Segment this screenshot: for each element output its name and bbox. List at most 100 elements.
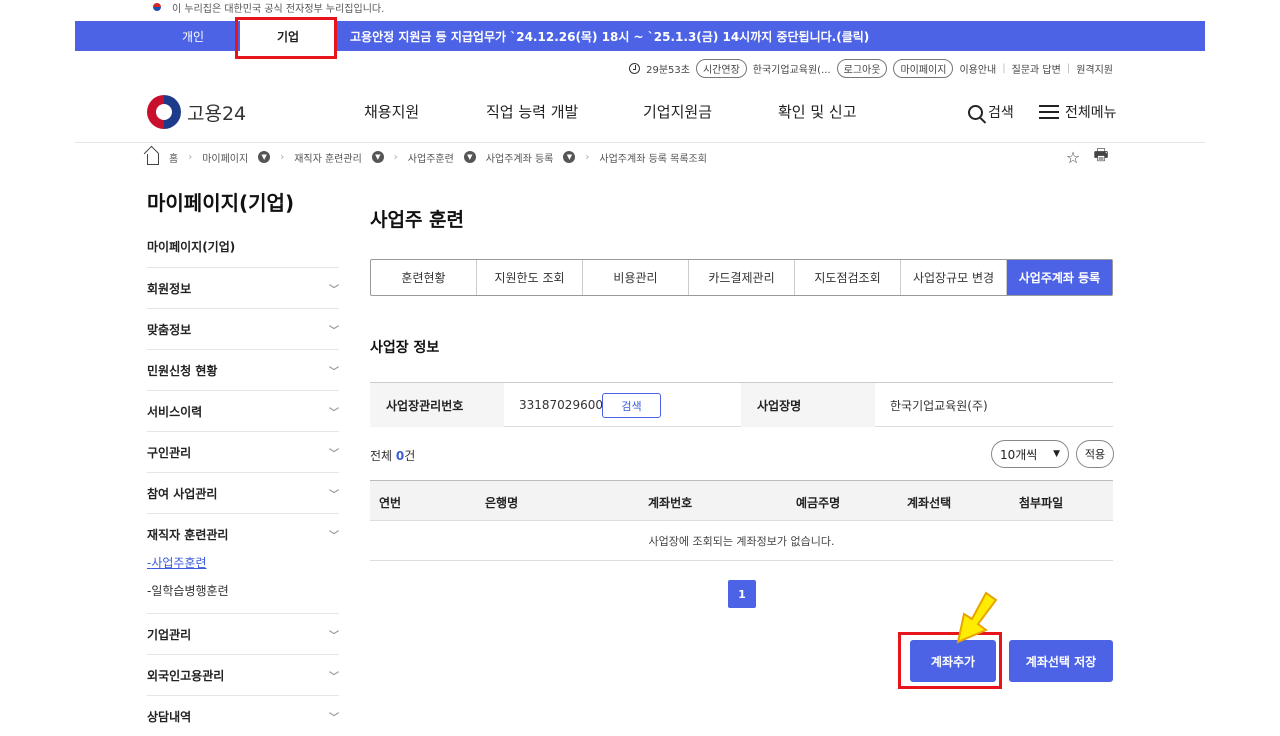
- business-name-label: 사업장명: [741, 383, 875, 427]
- tab-cost-mgmt[interactable]: 비용관리: [583, 260, 689, 295]
- total-count-number: 0: [395, 449, 405, 463]
- col-seq: 연번: [379, 496, 402, 510]
- mypage-button[interactable]: 마이페이지: [893, 58, 954, 78]
- sidebar-item-label: 상담내역: [147, 709, 192, 724]
- qna-link[interactable]: 질문과 답변: [1012, 61, 1061, 76]
- mgmt-no-label: 사업장관리번호: [370, 383, 504, 427]
- tab-inspection[interactable]: 지도점검조회: [795, 260, 901, 295]
- breadcrumb-employer-training[interactable]: 사업주훈련: [408, 150, 454, 165]
- tab-card-payment[interactable]: 카드결제관리: [689, 260, 795, 295]
- business-search-button[interactable]: 검색: [602, 393, 661, 418]
- nav-company-subsidy[interactable]: 기업지원금: [643, 101, 712, 122]
- business-name-value: 한국기업교육원(주): [890, 398, 988, 413]
- apply-button[interactable]: 적용: [1076, 440, 1114, 468]
- page-title: 사업주 훈련: [370, 209, 465, 231]
- page-size-select[interactable]: 10개씩 ▼: [991, 440, 1069, 468]
- sidebar-child-label: 일학습병행훈련: [151, 584, 229, 598]
- print-icon[interactable]: 🖶: [1090, 145, 1112, 168]
- pagination-page-1[interactable]: 1: [728, 580, 756, 608]
- search-button[interactable]: 검색: [968, 102, 1014, 122]
- total-prefix: 전체: [370, 449, 396, 463]
- pointer-arrow-icon: [956, 591, 998, 644]
- divider: |: [1002, 62, 1006, 74]
- korea-flag-icon: [150, 2, 164, 12]
- sidebar-item-label: 민원신청 현황: [147, 363, 218, 378]
- empty-row-message: 사업장에 조회되는 계좌정보가 없습니다.: [370, 521, 1113, 561]
- sidebar-item-petition-status[interactable]: 민원신청 현황 ﹀: [147, 349, 339, 390]
- gov-banner-text: 이 누리집은 대한민국 공식 전자정부 누리집입니다.: [172, 3, 385, 15]
- col-holder: 예금주명: [796, 496, 841, 510]
- breadcrumb-training-mgmt[interactable]: 재직자 훈련관리: [294, 150, 362, 165]
- all-menu-button[interactable]: 전체메뉴: [1039, 102, 1117, 122]
- sidebar-item-consult-history[interactable]: 상담내역 ﹀: [147, 695, 339, 736]
- notice-message-link[interactable]: 고용안정 지원금 등 지급업무가 `24.12.26(목) 18시 ~ `25.…: [350, 21, 869, 51]
- chevron-down-icon: ﹀: [329, 671, 339, 683]
- nav-job-skills[interactable]: 직업 능력 개발: [486, 101, 578, 122]
- chevron-down-icon[interactable]: ▼: [371, 151, 384, 163]
- tab-personal[interactable]: 개인: [148, 21, 238, 51]
- sidebar-item-project-mgmt[interactable]: 참여 사업관리 ﹀: [147, 472, 339, 513]
- highlight-box-company-tab: [235, 17, 337, 59]
- mgmt-no-value: 33187029600: [519, 398, 603, 412]
- remote-support-link[interactable]: 원격지원: [1076, 61, 1113, 76]
- chevron-down-icon[interactable]: ▼: [463, 151, 476, 163]
- sidebar-item-label: 서비스이력: [147, 404, 203, 419]
- chevron-down-icon: ▼: [1053, 449, 1060, 459]
- sidebar-item-service-history[interactable]: 서비스이력 ﹀: [147, 390, 339, 431]
- clock-icon: [629, 62, 641, 74]
- breadcrumb-mypage[interactable]: 마이페이지: [202, 150, 248, 165]
- sidebar-item-recruit-mgmt[interactable]: 구인관리 ﹀: [147, 431, 339, 472]
- chevron-right-icon: ›: [393, 151, 398, 163]
- chevron-down-icon: ﹀: [329, 489, 339, 501]
- breadcrumb: 홈 › 마이페이지 ▼ › 재직자 훈련관리 ▼ › 사업주훈련 ▼ 사업주계좌…: [147, 150, 707, 165]
- sidebar-item-label: 구인관리: [147, 445, 192, 460]
- home-icon[interactable]: [147, 153, 159, 165]
- sidebar-item-foreign-employment[interactable]: 외국인고용관리 ﹀: [147, 654, 339, 695]
- logout-button[interactable]: 로그아웃: [836, 58, 888, 78]
- logo-text: 고용24: [187, 102, 247, 125]
- section-title: 사업장 정보: [370, 340, 440, 356]
- chevron-down-icon: ﹀: [329, 448, 339, 460]
- sidebar-link-mypage[interactable]: 마이페이지(기업): [147, 238, 235, 255]
- sidebar-item-label: 외국인고용관리: [147, 668, 225, 683]
- business-info-table: 사업장관리번호 33187029600 검색 사업장명 한국기업교육원(주): [370, 382, 1113, 427]
- table-header: 연번 은행명 계좌번호 예금주명 계좌선택 첨부파일: [370, 480, 1113, 521]
- org-name: 한국기업교육원(...: [752, 64, 831, 76]
- sidebar-child-work-study[interactable]: -일학습병행훈련: [147, 582, 229, 599]
- gov-banner: 이 누리집은 대한민국 공식 전자정부 누리집입니다.: [150, 0, 385, 15]
- guide-link[interactable]: 이용안내: [959, 61, 996, 76]
- extend-time-button[interactable]: 시간연장: [695, 58, 747, 78]
- sidebar-item-training-mgmt[interactable]: 재직자 훈련관리 ﹀: [147, 513, 339, 554]
- all-menu-label: 전체메뉴: [1065, 105, 1117, 121]
- sidebar-item-label: 기업관리: [147, 627, 192, 642]
- site-logo[interactable]: 고용24: [147, 95, 246, 129]
- sidebar-title: 마이페이지(기업): [147, 191, 295, 215]
- favorite-star-icon[interactable]: ☆: [1062, 146, 1084, 168]
- search-label: 검색: [988, 105, 1014, 121]
- breadcrumb-home[interactable]: 홈: [169, 150, 178, 165]
- chevron-down-icon: ﹀: [329, 366, 339, 378]
- tab-training-status[interactable]: 훈련현황: [371, 260, 477, 295]
- nav-recruit[interactable]: 채용지원: [364, 101, 419, 122]
- sidebar-child-employer-training[interactable]: -사업주훈련: [147, 554, 207, 571]
- sidebar-item-label: 재직자 훈련관리: [147, 527, 229, 542]
- save-account-selection-button[interactable]: 계좌선택 저장: [1009, 640, 1113, 682]
- sidebar-item-company-mgmt[interactable]: 기업관리 ﹀: [147, 613, 339, 654]
- sidebar-item-custom-info[interactable]: 맞춤정보 ﹀: [147, 308, 339, 349]
- breadcrumb-account-register[interactable]: 사업주계좌 등록: [486, 150, 554, 165]
- total-suffix: 건: [404, 449, 416, 463]
- sidebar-item-member-info[interactable]: 회원정보 ﹀: [147, 267, 339, 308]
- chevron-down-icon: ﹀: [329, 325, 339, 337]
- col-attachment: 첨부파일: [1019, 496, 1064, 510]
- nav-confirm-report[interactable]: 확인 및 신고: [778, 101, 857, 122]
- col-bank: 은행명: [485, 496, 519, 510]
- chevron-down-icon[interactable]: ▼: [258, 151, 271, 163]
- chevron-down-icon[interactable]: ▼: [563, 151, 576, 163]
- search-icon: [968, 104, 983, 120]
- tab-support-limit[interactable]: 지원한도 조회: [477, 260, 583, 295]
- tab-account-register[interactable]: 사업주계좌 등록: [1007, 260, 1112, 295]
- session-timer: 29분53초: [646, 64, 690, 76]
- sidebar-item-label: 참여 사업관리: [147, 486, 218, 501]
- tab-size-change[interactable]: 사업장규모 변경: [901, 260, 1007, 295]
- breadcrumb-current: 사업주계좌 등록 목록조회: [599, 153, 707, 165]
